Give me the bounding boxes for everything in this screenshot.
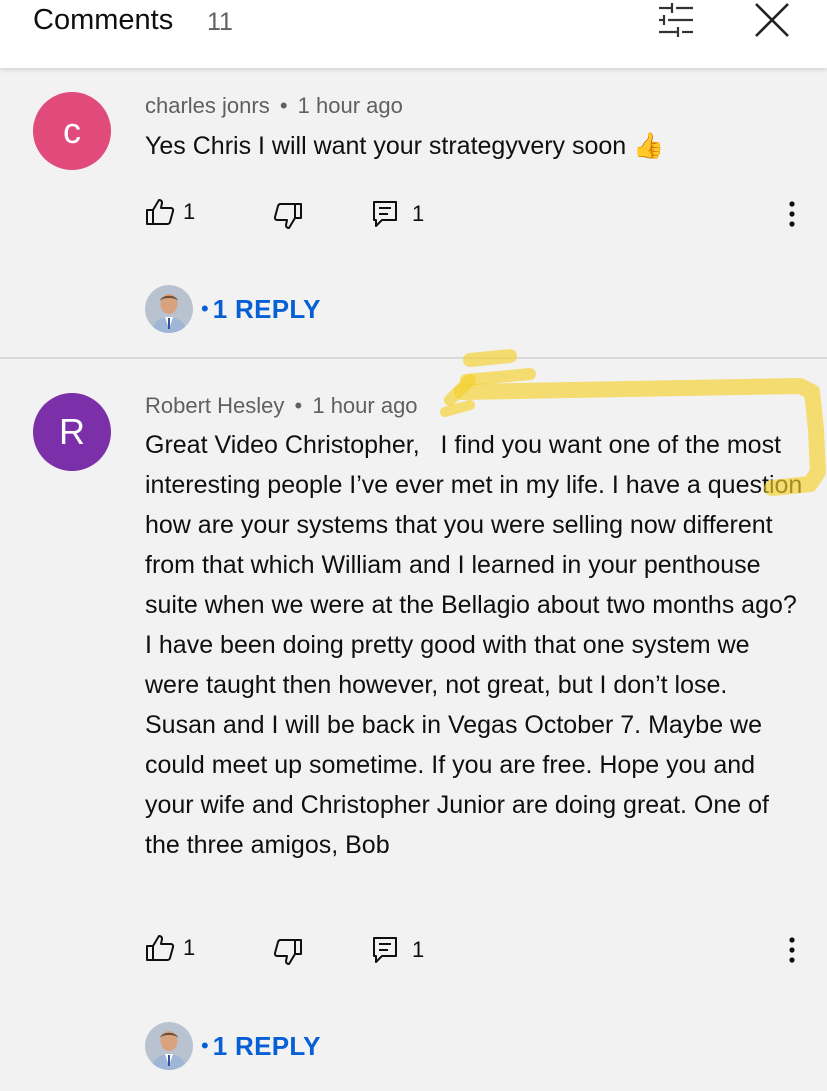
avatar-letter: R bbox=[59, 411, 85, 452]
reply-button[interactable]: 1 bbox=[372, 200, 424, 228]
reply-icon bbox=[373, 937, 397, 963]
reply-dot: • bbox=[201, 296, 209, 321]
avatar[interactable]: R bbox=[33, 393, 111, 471]
more-vert-icon bbox=[789, 201, 795, 227]
like-count: 1 bbox=[183, 199, 196, 224]
like-button[interactable]: 1 bbox=[145, 198, 195, 226]
reply-button[interactable]: 1 bbox=[372, 936, 424, 964]
comment-time: 1 hour ago bbox=[297, 93, 403, 118]
comment-text: Great Video Christopher, I find you want… bbox=[145, 431, 810, 859]
comment-time: 1 hour ago bbox=[312, 393, 418, 418]
reply-count: 1 bbox=[412, 937, 425, 962]
like-count: 1 bbox=[183, 935, 196, 960]
comments-title: Comments bbox=[33, 4, 174, 36]
meta-separator: • bbox=[279, 93, 288, 118]
sort-filter-button[interactable] bbox=[654, 0, 698, 40]
dislike-button[interactable] bbox=[273, 202, 303, 230]
reply-icon bbox=[373, 201, 397, 227]
more-vert-icon bbox=[789, 937, 795, 963]
more-options-button[interactable] bbox=[780, 199, 804, 229]
meta-separator: • bbox=[294, 393, 303, 418]
comments-header: Comments 11 bbox=[0, 0, 827, 68]
dislike-button[interactable] bbox=[273, 938, 303, 966]
like-button[interactable]: 1 bbox=[145, 934, 195, 962]
thumbs-down-icon bbox=[273, 203, 302, 229]
view-replies-label: 1 REPLY bbox=[212, 1030, 321, 1061]
close-icon bbox=[755, 3, 789, 37]
reply-dot: • bbox=[201, 1033, 209, 1058]
avatar-letter: c bbox=[63, 110, 81, 151]
reply-author-avatar bbox=[145, 1022, 193, 1070]
comment-divider bbox=[0, 357, 827, 359]
comment-text: Yes Chris I will want your strategyvery … bbox=[145, 132, 665, 160]
more-options-button[interactable] bbox=[780, 935, 804, 965]
reply-author-avatar bbox=[145, 285, 193, 333]
avatar[interactable]: c bbox=[33, 92, 111, 170]
view-replies-button[interactable]: • 1 REPLY bbox=[145, 1022, 321, 1070]
comment-meta: charles jonrs • 1 hour ago bbox=[145, 93, 403, 119]
comment-meta: Robert Hesley • 1 hour ago bbox=[145, 393, 418, 419]
thumbs-up-icon bbox=[146, 199, 175, 225]
sliders-icon bbox=[659, 3, 693, 37]
comment-author[interactable]: charles jonrs bbox=[145, 93, 270, 118]
reply-count: 1 bbox=[412, 201, 425, 226]
comment-author[interactable]: Robert Hesley bbox=[145, 393, 284, 418]
thumbs-up-icon bbox=[146, 935, 175, 961]
view-replies-button[interactable]: • 1 REPLY bbox=[145, 285, 321, 333]
view-replies-label: 1 REPLY bbox=[212, 293, 321, 324]
thumbs-down-icon bbox=[273, 939, 302, 965]
comments-count: 11 bbox=[207, 8, 233, 36]
close-button[interactable] bbox=[750, 0, 794, 40]
